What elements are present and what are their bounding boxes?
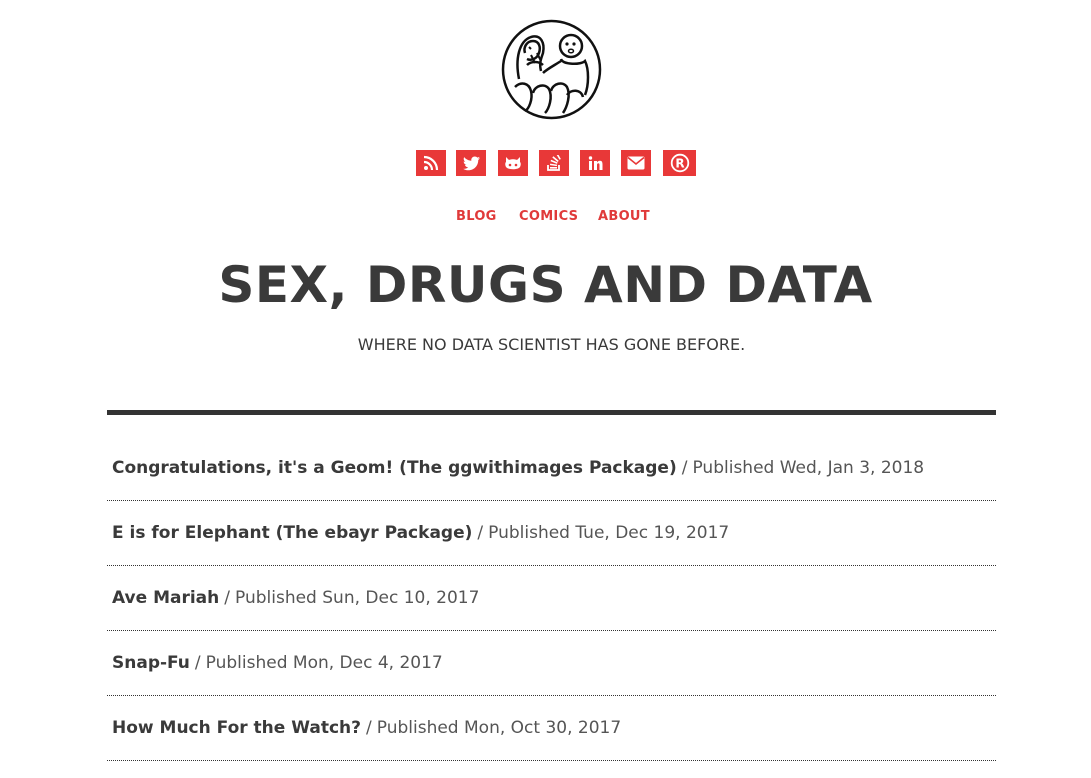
post-separator: / — [681, 458, 688, 478]
post-date: Published Wed, Jan 3, 2018 — [692, 458, 925, 478]
nav-about-link[interactable]: ABOUT — [598, 209, 650, 224]
post-separator: / — [366, 718, 372, 738]
list-item: Snap-Fu / Published Mon, Dec 4, 2017 — [107, 631, 996, 696]
header-divider — [107, 410, 996, 415]
rss-icon[interactable] — [416, 150, 446, 176]
nav-blog-link[interactable]: BLOG — [456, 209, 497, 224]
registered-icon[interactable]: R — [663, 150, 696, 176]
post-title-link[interactable]: E is for Elephant (The ebayr Package) — [112, 523, 472, 543]
post-separator: / — [194, 653, 201, 673]
social-links: R — [0, 150, 1091, 176]
post-date: Published Mon, Oct 30, 2017 — [376, 718, 622, 738]
twitter-icon[interactable] — [456, 150, 486, 176]
post-date: Published Mon, Dec 4, 2017 — [205, 653, 443, 673]
post-date: Published Sun, Dec 10, 2017 — [235, 588, 480, 608]
list-item: How Much For the Watch? / Published Mon,… — [107, 696, 996, 761]
post-title-link[interactable]: Snap-Fu — [112, 653, 190, 673]
post-title-link[interactable]: Congratulations, it's a Geom! (The ggwit… — [112, 458, 677, 478]
github-icon[interactable] — [498, 150, 528, 176]
post-list: Congratulations, it's a Geom! (The ggwit… — [107, 436, 996, 761]
email-icon[interactable] — [621, 150, 651, 176]
post-separator: / — [224, 588, 230, 608]
post-date: Published Tue, Dec 19, 2017 — [488, 523, 730, 543]
list-item: E is for Elephant (The ebayr Package) / … — [107, 501, 996, 566]
post-title-link[interactable]: How Much For the Watch? — [112, 718, 361, 738]
site-title[interactable]: SEX, DRUGS AND DATA — [0, 252, 1091, 318]
list-item: Ave Mariah / Published Sun, Dec 10, 2017 — [107, 566, 996, 631]
stackoverflow-icon[interactable] — [539, 150, 569, 176]
post-title-link[interactable]: Ave Mariah — [112, 588, 219, 608]
main-nav: BLOG COMICS ABOUT — [0, 209, 1091, 229]
linkedin-icon[interactable] — [580, 150, 610, 176]
site-logo[interactable] — [501, 19, 602, 120]
svg-text:R: R — [675, 157, 684, 171]
post-separator: / — [477, 523, 484, 543]
list-item: Congratulations, it's a Geom! (The ggwit… — [107, 436, 996, 501]
site-tagline: WHERE NO DATA SCIENTIST HAS GONE BEFORE. — [357, 335, 746, 354]
nav-comics-link[interactable]: COMICS — [519, 209, 578, 224]
